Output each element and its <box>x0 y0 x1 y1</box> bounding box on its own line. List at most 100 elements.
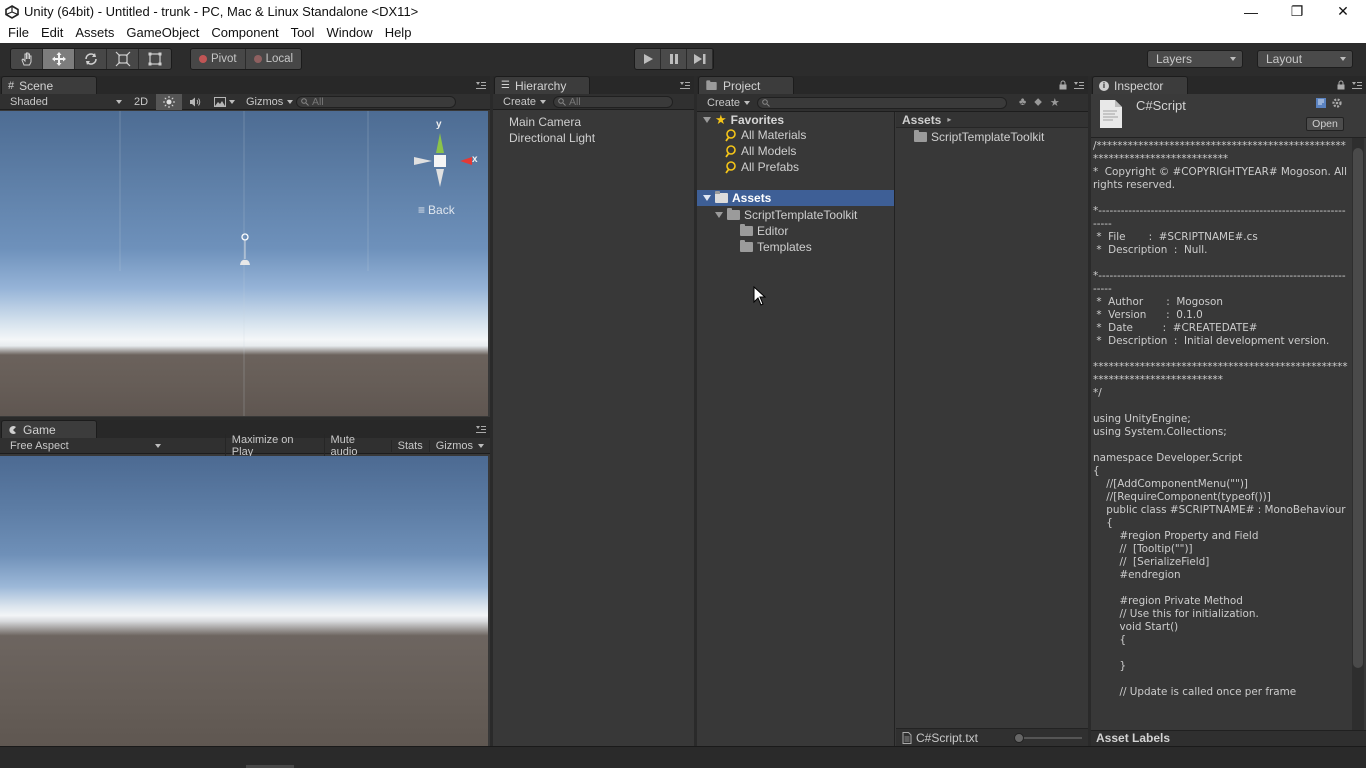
open-button[interactable]: Open <box>1306 117 1344 131</box>
asset-labels-header[interactable]: Asset Labels <box>1091 730 1366 746</box>
layout-label: Layout <box>1266 52 1303 66</box>
aspect-dropdown[interactable]: Free Aspect <box>0 440 165 452</box>
menu-help[interactable]: Help <box>379 23 418 43</box>
tab-hierarchy[interactable]: ☰ Hierarchy <box>494 76 590 94</box>
hierarchy-create-dropdown[interactable]: Create <box>493 96 553 108</box>
game-gizmos-dropdown[interactable]: Gizmos <box>428 439 490 452</box>
help-book-icon[interactable] <box>1315 97 1327 109</box>
move-tool-button[interactable] <box>43 49 75 69</box>
script-preview-text: /***************************************… <box>1093 140 1348 698</box>
gear-icon[interactable] <box>1331 97 1343 109</box>
panel-menu-icon[interactable] <box>474 424 486 434</box>
lock-icon[interactable] <box>1336 80 1346 90</box>
rect-tool-button[interactable] <box>139 49 171 69</box>
chevron-down-icon <box>116 99 122 104</box>
hierarchy-item-main-camera[interactable]: Main Camera <box>509 115 581 129</box>
tree-item-label: ScriptTemplateToolkit <box>744 208 858 222</box>
tree-item-scripttemplatetoolkit[interactable]: ScriptTemplateToolkit <box>715 208 857 222</box>
aspect-label: Free Aspect <box>10 439 69 452</box>
favorites-header[interactable]: ★ Favorites <box>703 112 784 128</box>
step-button[interactable] <box>687 49 713 69</box>
pivot-toggle-button[interactable]: Pivot <box>191 49 246 69</box>
hierarchy-item-directional-light[interactable]: Directional Light <box>509 131 595 145</box>
gizmo-x-label: x <box>472 154 478 165</box>
project-create-dropdown[interactable]: Create <box>697 97 757 109</box>
menu-assets[interactable]: Assets <box>69 23 120 43</box>
maximize-button[interactable]: ❐ <box>1274 0 1320 23</box>
maximize-on-play-toggle[interactable]: Maximize on Play <box>224 433 324 458</box>
minimize-button[interactable]: — <box>1228 0 1274 23</box>
menu-gameobject[interactable]: GameObject <box>120 23 205 43</box>
panel-menu-icon[interactable] <box>678 80 690 90</box>
scene-viewport[interactable]: y x ≡ Back <box>0 111 488 416</box>
scene-lighting-toggle[interactable] <box>156 93 182 110</box>
layers-dropdown[interactable]: Layers <box>1147 50 1243 68</box>
inspector-header: C#Script Open <box>1091 94 1366 138</box>
tree-item-editor[interactable]: Editor <box>740 224 788 238</box>
icon-size-slider[interactable] <box>1014 733 1082 743</box>
favorite-item-label: All Models <box>741 144 797 158</box>
window-title-bar: Unity (64bit) - Untitled - trunk - PC, M… <box>0 0 1366 23</box>
hierarchy-search-input[interactable]: All <box>553 95 673 108</box>
hand-tool-button[interactable] <box>11 49 43 69</box>
hand-icon <box>20 52 31 66</box>
search-icon <box>558 97 566 106</box>
stats-toggle[interactable]: Stats <box>390 439 429 452</box>
project-search-input[interactable] <box>757 96 1007 109</box>
tab-game-label: Game <box>23 422 56 437</box>
menu-edit[interactable]: Edit <box>35 23 69 43</box>
content-item-scripttemplatetoolkit[interactable]: ScriptTemplateToolkit <box>914 130 1044 144</box>
folder-icon <box>914 130 927 142</box>
gizmo-y-label: y <box>436 119 442 130</box>
local-toggle-button[interactable]: Local <box>246 49 301 69</box>
orientation-gizmo[interactable]: y x <box>408 119 480 203</box>
menu-window[interactable]: Window <box>320 23 378 43</box>
filter-by-type-icon[interactable]: ♣ <box>1019 96 1026 109</box>
panel-menu-icon[interactable] <box>474 80 486 90</box>
main-toolbar: Pivot Local Layers Layout <box>0 43 1366 76</box>
pause-button[interactable] <box>661 49 687 69</box>
tab-inspector[interactable]: i Inspector <box>1092 76 1188 94</box>
scene-search-input[interactable]: All <box>296 95 456 108</box>
hierarchy-toolbar: Create All <box>493 94 694 110</box>
lock-icon[interactable] <box>1058 80 1068 90</box>
menu-file[interactable]: File <box>2 23 35 43</box>
tree-item-templates[interactable]: Templates <box>740 240 812 254</box>
shading-mode-dropdown[interactable]: Shaded <box>0 96 126 108</box>
scene-audio-toggle[interactable] <box>182 96 208 108</box>
rotate-tool-button[interactable] <box>75 49 107 69</box>
play-button[interactable] <box>635 49 661 69</box>
shading-mode-label: Shaded <box>10 95 48 108</box>
scale-tool-button[interactable] <box>107 49 139 69</box>
assets-root-label: Assets <box>732 191 772 205</box>
game-viewport[interactable] <box>0 456 488 746</box>
favorite-item-models[interactable]: All Models <box>725 144 796 158</box>
scrollbar-thumb[interactable] <box>1353 148 1363 668</box>
scene-gizmos-dropdown[interactable]: Gizmos <box>240 96 296 108</box>
2d-toggle-button[interactable]: 2D <box>126 96 156 108</box>
menu-tool[interactable]: Tool <box>285 23 321 43</box>
scene-tab-strip: # Scene <box>0 76 490 94</box>
layout-dropdown[interactable]: Layout <box>1257 50 1353 68</box>
slider-handle[interactable] <box>1014 733 1024 743</box>
tab-scene[interactable]: # Scene <box>1 76 97 94</box>
panel-menu-icon[interactable] <box>1350 80 1362 90</box>
camera-gizmo-icon[interactable] <box>235 231 255 271</box>
search-filter-icon <box>725 144 736 158</box>
tab-game[interactable]: Game <box>1 420 97 438</box>
inspector-scrollbar[interactable] <box>1352 138 1364 730</box>
menu-lines-icon: ≡ <box>418 203 426 217</box>
favorite-item-prefabs[interactable]: All Prefabs <box>725 160 799 174</box>
scene-effects-dropdown[interactable] <box>208 96 240 107</box>
close-button[interactable]: ✕ <box>1320 0 1366 23</box>
favorite-item-materials[interactable]: All Materials <box>725 128 806 142</box>
panel-menu-icon[interactable] <box>1072 80 1084 90</box>
breadcrumb-assets[interactable]: Assets <box>902 113 941 127</box>
sun-icon <box>163 95 175 108</box>
assets-root-selected[interactable]: Assets <box>697 190 894 206</box>
menu-component[interactable]: Component <box>205 23 284 43</box>
tab-project[interactable]: Project <box>698 76 794 94</box>
favorite-star-icon[interactable]: ★ <box>1050 96 1060 109</box>
filter-by-label-icon[interactable]: ⬥ <box>1034 96 1042 109</box>
mute-audio-toggle[interactable]: Mute audio <box>323 433 391 458</box>
